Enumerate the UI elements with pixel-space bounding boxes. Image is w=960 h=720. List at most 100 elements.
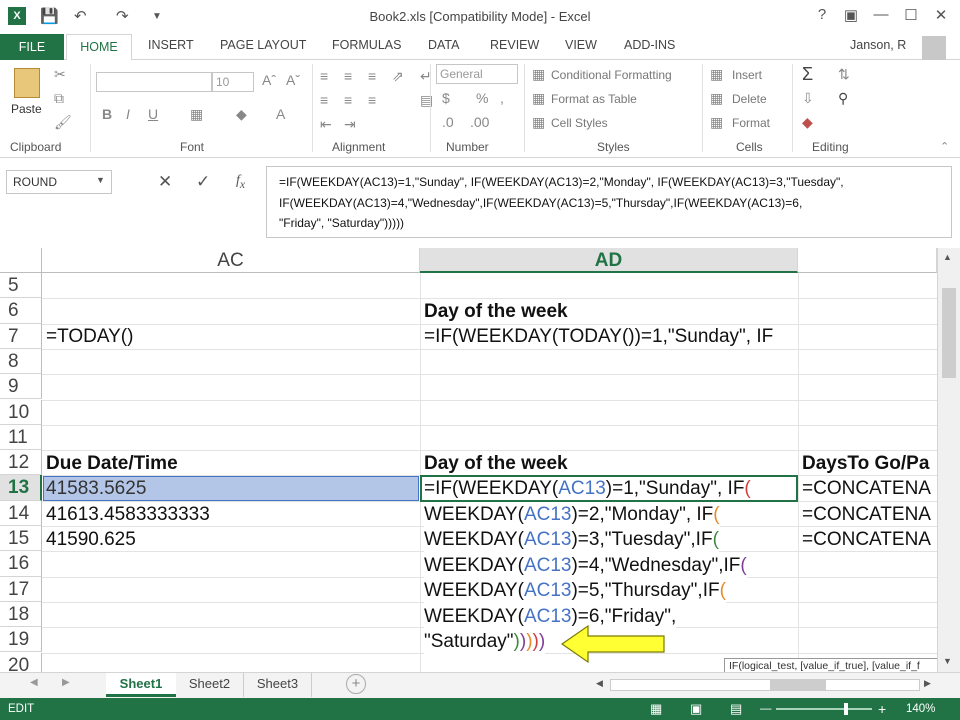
zoom-in-icon[interactable]: + — [878, 698, 886, 720]
cell-ae13[interactable]: =CONCATENA — [802, 476, 937, 501]
cut-icon[interactable]: ✂ — [54, 66, 66, 83]
cell-ae14[interactable]: =CONCATENA — [802, 502, 937, 527]
paste-icon[interactable] — [14, 68, 40, 98]
column-header-ad[interactable]: AD — [420, 248, 798, 273]
fill-icon[interactable]: ⇩ — [802, 90, 814, 107]
cell-ae15[interactable]: =CONCATENA — [802, 527, 937, 552]
comma-icon[interactable]: , — [500, 90, 504, 106]
row-header-15[interactable]: 15 — [0, 526, 42, 552]
borders-icon[interactable]: ▦ — [190, 106, 203, 123]
format-cells-icon[interactable]: ▦ — [710, 114, 723, 131]
conditional-formatting-icon[interactable]: ▦ — [532, 66, 545, 83]
cell-ad7[interactable]: =IF(WEEKDAY(TODAY())=1,"Sunday", IF — [424, 324, 796, 349]
row-header-13[interactable]: 13 — [0, 475, 42, 501]
tab-add-ins[interactable]: ADD-INS — [624, 38, 675, 52]
avatar[interactable] — [922, 36, 946, 60]
tab-view[interactable]: VIEW — [565, 38, 597, 52]
select-all-corner[interactable] — [0, 248, 42, 273]
align-bottom-icon[interactable]: ≡ — [368, 68, 376, 84]
row-header-20[interactable]: 20 — [0, 652, 42, 672]
maximize-icon[interactable]: ☐ — [898, 6, 924, 24]
bold-icon[interactable]: B — [102, 106, 112, 122]
zoom-slider[interactable] — [776, 708, 872, 710]
align-center-icon[interactable]: ≡ — [344, 92, 352, 108]
row-header-11[interactable]: 11 — [0, 424, 42, 451]
page-layout-view-icon[interactable]: ▣ — [690, 698, 702, 720]
tab-review[interactable]: REVIEW — [490, 38, 539, 52]
page-break-view-icon[interactable]: ▤ — [730, 698, 742, 720]
format-cells-button[interactable]: Format — [732, 116, 770, 130]
row-header-12[interactable]: 12 — [0, 450, 42, 476]
cell-ac14[interactable]: 41613.4583333333 — [46, 502, 210, 527]
number-format-combo[interactable]: General — [436, 64, 518, 84]
delete-cells-icon[interactable]: ▦ — [710, 90, 723, 107]
row-header-18[interactable]: 18 — [0, 601, 42, 628]
normal-view-icon[interactable]: ▦ — [650, 698, 662, 720]
align-top-icon[interactable]: ≡ — [320, 68, 328, 84]
scroll-down-icon[interactable]: ▼ — [943, 656, 952, 666]
zoom-out-icon[interactable]: — — [760, 698, 772, 720]
row-header-17[interactable]: 17 — [0, 576, 42, 602]
edit-line-3[interactable]: WEEKDAY(AC13)=3,"Tuesday",IF( — [424, 527, 719, 552]
cell-styles-button[interactable]: Cell Styles — [551, 116, 608, 130]
orientation-icon[interactable]: ⇗ — [392, 68, 404, 85]
currency-icon[interactable]: $ — [442, 90, 450, 106]
next-sheet-icon[interactable]: ▶ — [62, 677, 70, 688]
tab-file[interactable]: FILE — [0, 34, 64, 60]
sort-filter-icon[interactable]: ⇅ — [838, 66, 850, 83]
name-box-dropdown-icon[interactable]: ▼ — [96, 175, 105, 185]
row-header-16[interactable]: 16 — [0, 551, 42, 577]
tab-formulas[interactable]: FORMULAS — [332, 38, 401, 52]
hscroll-left-icon[interactable]: ◀ — [596, 678, 603, 689]
percent-icon[interactable]: % — [476, 90, 488, 106]
delete-cells-button[interactable]: Delete — [732, 92, 767, 106]
font-name-combo[interactable] — [96, 72, 212, 92]
new-sheet-icon[interactable]: + — [346, 674, 366, 694]
tab-sheet3[interactable]: Sheet3 — [244, 673, 312, 697]
align-left-icon[interactable]: ≡ — [320, 92, 328, 108]
collapse-ribbon-icon[interactable]: ⌃ — [940, 140, 949, 153]
format-as-table-button[interactable]: Format as Table — [551, 92, 637, 106]
user-name[interactable]: Janson, R — [850, 38, 906, 52]
paste-button[interactable]: Paste — [11, 102, 42, 116]
worksheet-grid[interactable]: AC AD Day of the week =TODAY() =IF(WEEKD… — [0, 248, 937, 672]
tab-sheet2[interactable]: Sheet2 — [176, 673, 244, 697]
tab-sheet1[interactable]: Sheet1 — [106, 673, 176, 697]
row-header-10[interactable]: 10 — [0, 399, 42, 425]
hscroll-thumb[interactable] — [770, 680, 826, 690]
align-right-icon[interactable]: ≡ — [368, 92, 376, 108]
formula-bar[interactable]: =IF(WEEKDAY(AC13)=1,"Sunday", IF(WEEKDAY… — [266, 166, 952, 238]
autosum-icon[interactable]: Σ — [802, 64, 813, 85]
cell-ad6[interactable]: Day of the week — [424, 299, 568, 324]
clear-icon[interactable]: ◆ — [802, 114, 813, 131]
close-icon[interactable]: ✕ — [928, 6, 954, 24]
cell-styles-icon[interactable]: ▦ — [532, 114, 545, 131]
format-painter-icon[interactable]: 🖌 — [54, 114, 72, 131]
cell-ac13[interactable]: 41583.5625 — [46, 476, 146, 501]
prev-sheet-icon[interactable]: ◀ — [30, 677, 38, 688]
column-header-ae[interactable] — [798, 248, 937, 273]
underline-icon[interactable]: U — [148, 106, 158, 122]
decrease-indent-icon[interactable]: ⇤ — [320, 116, 332, 133]
cell-ac7[interactable]: =TODAY() — [46, 324, 133, 349]
format-as-table-icon[interactable]: ▦ — [532, 90, 545, 107]
cell-ae12[interactable]: DaysTo Go/Pa — [802, 451, 937, 476]
copy-icon[interactable]: ⧉ — [54, 90, 64, 107]
edit-line-4[interactable]: WEEKDAY(AC13)=4,"Wednesday",IF( — [424, 553, 747, 578]
help-icon[interactable]: ? — [809, 6, 835, 23]
zoom-slider-thumb[interactable] — [844, 703, 848, 715]
conditional-formatting-button[interactable]: Conditional Formatting — [551, 68, 672, 82]
merge-center-icon[interactable]: ▤ — [420, 92, 433, 109]
zoom-level[interactable]: 140% — [906, 698, 935, 720]
row-header-9[interactable]: 9 — [0, 374, 42, 400]
row-header-7[interactable]: 7 — [0, 323, 42, 349]
enter-entry-icon[interactable]: ✓ — [196, 172, 210, 192]
row-header-6[interactable]: 6 — [0, 298, 42, 324]
scroll-up-icon[interactable]: ▲ — [943, 252, 952, 262]
find-select-icon[interactable]: ⚲ — [838, 90, 848, 107]
tab-insert[interactable]: INSERT — [148, 38, 194, 52]
insert-cells-icon[interactable]: ▦ — [710, 66, 723, 83]
italic-icon[interactable]: I — [126, 106, 130, 122]
insert-cells-button[interactable]: Insert — [732, 68, 762, 82]
vertical-scrollbar[interactable]: ▲ ▼ — [937, 248, 960, 672]
